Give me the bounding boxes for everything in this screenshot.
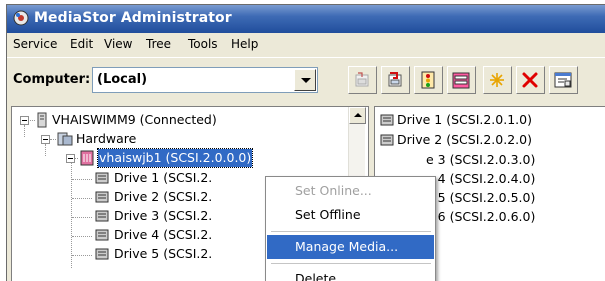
app-window: MediaStor Administrator Service Edit Vie…: [6, 4, 605, 281]
menu-item-set-online[interactable]: Set Online...: [267, 179, 434, 203]
collapse-hardware-toggle[interactable]: [41, 135, 50, 144]
tree-node-drive-label: Drive 5 (SCSI.2.: [114, 246, 213, 261]
delete-button[interactable]: [516, 66, 545, 94]
window-title: MediaStor Administrator: [34, 10, 232, 26]
status-button[interactable]: [414, 66, 443, 94]
list-item-label: e 3 (SCSI.2.0.3.0): [426, 152, 536, 167]
computer-select-value: (Local): [97, 72, 148, 87]
collapse-library-toggle[interactable]: [66, 154, 75, 163]
drive-icon: [380, 114, 394, 126]
scroll-up-arrow-icon[interactable]: [349, 107, 366, 124]
drive-icon: [95, 210, 109, 222]
app-icon: [13, 10, 29, 26]
drive-icon: [95, 248, 109, 260]
menu-separator: [271, 263, 431, 264]
asterisk-button[interactable]: [483, 66, 512, 94]
delete-icon: [522, 72, 538, 88]
refresh-button[interactable]: [348, 66, 377, 94]
tree-node-library-label: vhaiswjb1 (SCSI.2.0.0.0): [96, 148, 254, 168]
tree-connector: [72, 198, 92, 199]
computer-label: Computer:: [13, 72, 91, 87]
drive-icon: [95, 172, 109, 184]
menu-help[interactable]: Help: [231, 37, 258, 51]
properties-icon: [554, 72, 572, 88]
list-item-label: e 5 (SCSI.2.0.5.0): [426, 190, 536, 205]
drive-icon: [95, 229, 109, 241]
server-button[interactable]: [447, 66, 476, 94]
tree-node-drive-label: Drive 1 (SCSI.2.: [114, 170, 213, 185]
list-item-label: e 6 (SCSI.2.0.6.0): [426, 209, 536, 224]
tree-node-drive-label: Drive 3 (SCSI.2.: [114, 208, 213, 223]
refresh-icon: [355, 72, 369, 87]
tree-node-drive-label: Drive 2 (SCSI.2.: [114, 189, 213, 204]
flag-button[interactable]: [381, 66, 410, 94]
list-item-label: Drive 2 (SCSI.2.0.2.0): [397, 132, 532, 147]
status-icon: [421, 71, 435, 89]
menu-tree[interactable]: Tree: [146, 37, 171, 51]
tree-connector: [50, 139, 56, 140]
computer-select[interactable]: (Local): [92, 67, 318, 93]
chevron-down-icon[interactable]: [294, 69, 316, 91]
title-bar[interactable]: MediaStor Administrator: [7, 5, 605, 33]
collapse-root-toggle[interactable]: [20, 116, 29, 125]
menu-item-set-offline[interactable]: Set Offline: [267, 203, 434, 227]
asterisk-icon: [490, 73, 504, 87]
drive-icon: [95, 191, 109, 203]
tree-connector: [72, 236, 92, 237]
jukebox-icon: [80, 150, 94, 166]
tree-connector: [24, 125, 25, 137]
tree-node-drive-label: Drive 4 (SCSI.2.: [114, 227, 213, 242]
tree-connector: [72, 255, 92, 256]
context-menu: Set Online... Set Offline Manage Media..…: [265, 176, 436, 281]
menu-separator: [271, 231, 431, 232]
menu-tools[interactable]: Tools: [188, 37, 218, 51]
menu-item-delete[interactable]: Delete: [267, 267, 434, 281]
toolbar: Computer: (Local): [7, 57, 605, 101]
computer-icon: [37, 112, 47, 128]
tree-connector: [72, 179, 92, 180]
tree-node-root-label: VHAISWIMM9 (Connected): [52, 112, 217, 127]
tree-node-hardware-label: Hardware: [76, 131, 137, 146]
menu-item-manage-media[interactable]: Manage Media...: [267, 235, 434, 259]
menu-service[interactable]: Service: [13, 37, 57, 51]
menu-view[interactable]: View: [104, 37, 132, 51]
menu-bar: Service Edit View Tree Tools Help: [7, 33, 605, 55]
drive-icon: [380, 134, 394, 146]
server-icon: [452, 72, 470, 89]
list-item-label: e 4 (SCSI.2.0.4.0): [426, 171, 536, 186]
hardware-icon: [57, 132, 73, 146]
flag-icon: [388, 72, 402, 87]
menu-edit[interactable]: Edit: [70, 37, 93, 51]
tree-connector: [45, 144, 46, 156]
list-item-label: Drive 1 (SCSI.2.0.1.0): [397, 112, 532, 127]
properties-button[interactable]: [549, 66, 578, 94]
tree-connector: [72, 217, 92, 218]
